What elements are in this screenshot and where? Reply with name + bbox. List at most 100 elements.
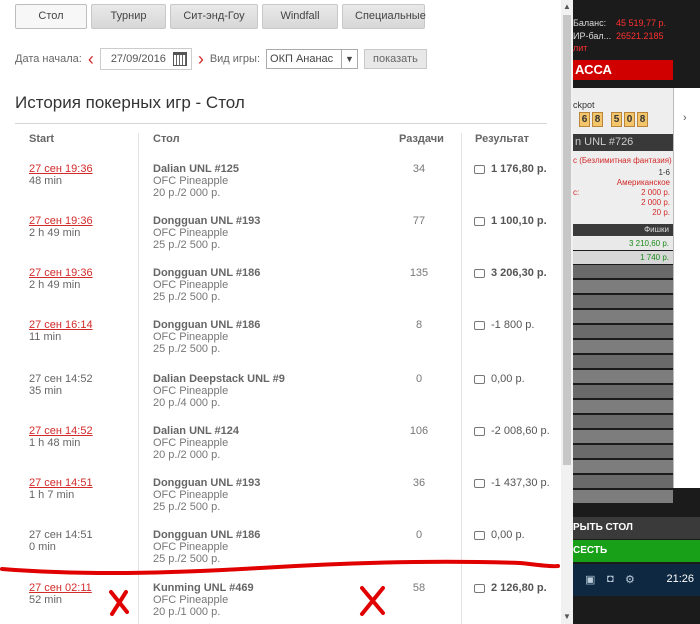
table-row: 27 сен 14:51 1 h 7 min Dongguan UNL #193 OF…: [0, 477, 560, 529]
start-date-link[interactable]: 27 сен 19:36: [29, 267, 93, 279]
gear-icon[interactable]: ⚙: [625, 573, 635, 586]
limit-text: лит: [573, 43, 588, 53]
game-variant: OFC Pineapple: [153, 331, 229, 343]
game-variant: OFC Pineapple: [153, 489, 229, 501]
stakes: 20 р./4 000 р.: [153, 397, 221, 409]
prev-date-arrow-icon[interactable]: ‹: [88, 50, 94, 68]
players-grid-row: [573, 415, 673, 428]
start-cell: 27 сен 14:52 35 min: [29, 373, 93, 397]
open-table-button[interactable]: РЫТЬ СТОЛ: [573, 517, 700, 539]
game-variant: Американское: [616, 178, 670, 187]
tab-special[interactable]: Специальные: [342, 4, 426, 29]
filter-bar: Дата начала: ‹ 27/09/2016 › Вид игры: ОК…: [15, 48, 427, 70]
result-value: 3 206,30 р.: [491, 267, 547, 279]
chevron-right-icon[interactable]: ›: [683, 112, 687, 124]
start-date-link[interactable]: 27 сен 19:36: [29, 163, 93, 175]
game-variant: OFC Pineapple: [153, 385, 229, 397]
wallet-icon: [474, 269, 485, 278]
hands-count: 8: [415, 319, 423, 331]
table-name: Dalian UNL #125: [153, 163, 240, 175]
next-date-arrow-icon[interactable]: ›: [198, 50, 204, 68]
sit-down-button[interactable]: СЕСТЬ: [573, 540, 700, 562]
scroll-thumb[interactable]: [563, 15, 571, 465]
stakes: 25 р./2 500 р.: [153, 501, 221, 513]
balance-value: 45 519,77 р.: [616, 18, 667, 28]
result-cell: -2 008,60 р.: [474, 425, 550, 437]
scroll-down-icon[interactable]: ▼: [561, 610, 573, 624]
history-panel: Стол Турнир Сит-энд-Гоу Windfall Специал…: [0, 0, 573, 624]
table-cell: Dalian UNL #124 OFC Pineapple 20 р./2 000 …: [153, 425, 239, 461]
start-date-link[interactable]: 27 сен 02:11: [29, 582, 92, 594]
result-cell: 1 100,10 р.: [474, 215, 547, 227]
players-grid-row: [573, 475, 673, 488]
start-cell: 27 сен 14:52 1 h 48 min: [29, 425, 93, 449]
start-date-link[interactable]: 27 сен 19:36: [29, 215, 93, 227]
stakes: 25 р./2 500 р.: [153, 343, 221, 355]
result-value: -1 437,30 р.: [491, 477, 550, 489]
hands-count: 34: [412, 163, 426, 175]
start-date-link: 27 сен 14:51: [29, 529, 93, 541]
clock: 21:26: [666, 573, 694, 585]
show-button[interactable]: показать: [364, 49, 427, 69]
hands-count: 0: [415, 529, 423, 541]
table-name: Dalian Deepstack UNL #9: [153, 373, 285, 385]
blinds-label: с:: [573, 188, 580, 197]
stakes: 25 р./2 500 р.: [153, 291, 221, 303]
game-name: с (Безлимитная фантазия): [573, 156, 672, 165]
players-grid-row: [573, 400, 673, 413]
calendar-icon[interactable]: [172, 52, 187, 66]
stakes: 20 р./1 000 р.: [153, 606, 221, 618]
start-date-link[interactable]: 27 сен 14:52: [29, 425, 93, 437]
table-row: 27 сен 19:36 2 h 49 min Dongguan UNL #186 O…: [0, 267, 560, 319]
start-date-link[interactable]: 27 сен 16:14: [29, 319, 93, 331]
tab-windfall[interactable]: Windfall: [262, 4, 338, 29]
start-date-field[interactable]: 27/09/2016: [99, 48, 192, 70]
column-hands: Раздачи: [399, 133, 444, 145]
duration: 2 h 49 min: [29, 279, 81, 291]
seats-value: 1-6: [658, 168, 670, 177]
game-variant: OFC Pineapple: [153, 175, 229, 187]
blind-value: 2 000 р.: [641, 188, 670, 197]
game-type-select[interactable]: ОКП Ананас ▼: [266, 49, 359, 69]
wallet-icon: [474, 531, 485, 540]
duration: 52 min: [29, 594, 63, 606]
result-cell: -1 437,30 р.: [474, 477, 550, 489]
table-name: Dongguan UNL #193: [153, 215, 261, 227]
players-grid-row: [573, 340, 673, 353]
table-row: 27 сен 19:36 2 h 49 min Dongguan UNL #193 O…: [0, 215, 560, 267]
table-cell: Kunming UNL #469 OFC Pineapple 20 р./1 000…: [153, 582, 254, 618]
tab-sit-and-go[interactable]: Сит-энд-Гоу: [170, 4, 258, 29]
table-cell: Dalian Deepstack UNL #9 OFC Pineapple 20 р…: [153, 373, 285, 409]
scrollbar[interactable]: ▲ ▼: [561, 0, 573, 624]
result-value: 1 176,80 р.: [491, 163, 547, 175]
scroll-up-icon[interactable]: ▲: [561, 0, 573, 14]
start-date-link: 27 сен 14:52: [29, 373, 93, 385]
table-header: Start Стол Раздачи Результат: [0, 133, 560, 149]
speaker-icon[interactable]: ◘: [607, 573, 614, 585]
table-cell: Dongguan UNL #193 OFC Pineapple 25 р./2 50…: [153, 215, 260, 251]
cashier-button[interactable]: АССА: [573, 60, 673, 80]
tab-table[interactable]: Стол: [15, 4, 87, 29]
chevron-down-icon[interactable]: ▼: [341, 50, 357, 68]
tab-tournament[interactable]: Турнир: [91, 4, 166, 29]
stakes: 25 р./2 500 р.: [153, 239, 221, 251]
bonus-balance-value: 26521.2185: [616, 31, 664, 41]
start-cell: 27 сен 19:36 48 min: [29, 163, 93, 187]
table-cell: Dalian UNL #125 OFC Pineapple 20 р./2 000 …: [153, 163, 239, 199]
start-cell: 27 сен 16:14 11 min: [29, 319, 93, 343]
network-icon[interactable]: ▣: [585, 573, 595, 586]
page-title: История покерных игр - Стол: [15, 93, 245, 112]
duration: 11 min: [29, 331, 62, 343]
duration: 1 h 7 min: [29, 489, 75, 501]
wallet-icon: [474, 584, 485, 593]
bonus-balance-label: ИР-бал...: [573, 31, 612, 41]
start-date-link[interactable]: 27 сен 14:51: [29, 477, 93, 489]
stakes: 25 р./2 500 р.: [153, 553, 221, 565]
start-cell: 27 сен 14:51 1 h 7 min: [29, 477, 93, 501]
players-grid-row: [573, 265, 673, 278]
result-cell: 3 206,30 р.: [474, 267, 547, 279]
game-type-label: Вид игры:: [209, 53, 261, 65]
hands-count: 36: [412, 477, 426, 489]
players-grid-row: [573, 295, 673, 308]
start-cell: 27 сен 02:11 52 min: [29, 582, 92, 606]
